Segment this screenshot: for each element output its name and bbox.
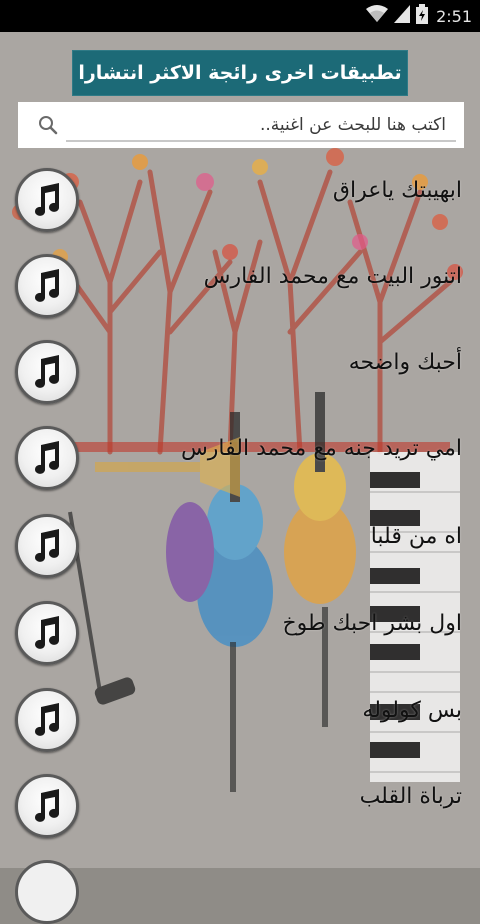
other-apps-button[interactable]: تطبيقات اخرى رائجة الاكثر انتشارا	[72, 50, 408, 96]
list-item[interactable]: ترباة القلب	[0, 770, 480, 856]
music-note-icon	[15, 514, 79, 578]
signal-icon	[394, 5, 411, 27]
list-item-partial[interactable]	[15, 860, 79, 924]
song-title: اول بشر احبك طوخ	[282, 611, 462, 636]
song-title: بس كولوله	[362, 698, 462, 723]
search-underline	[66, 140, 456, 142]
song-title: اتنور البيت مع محمد الفارس	[203, 264, 462, 289]
music-note-icon	[15, 688, 79, 752]
song-title: ابهيبتك ياعراق	[332, 178, 462, 203]
song-title: ترباة القلب	[359, 784, 462, 809]
search-icon[interactable]	[38, 115, 58, 135]
music-note-icon	[15, 601, 79, 665]
song-title: أحبك واضحه	[348, 350, 462, 375]
status-bar: 2:51	[0, 0, 480, 32]
wifi-icon	[366, 5, 389, 27]
battery-icon	[416, 4, 429, 28]
list-item[interactable]: اول بشر احبك طوخ	[0, 597, 480, 683]
list-item[interactable]: اه من قلبا	[0, 510, 480, 596]
song-title: امي تريد جنه مع محمد الفارس	[180, 436, 462, 461]
list-item[interactable]: بس كولوله	[0, 684, 480, 770]
search-input[interactable]	[78, 110, 448, 140]
music-note-icon	[15, 168, 79, 232]
list-item[interactable]: ابهيبتك ياعراق	[0, 164, 480, 250]
song-title: اه من قلبا	[370, 524, 462, 549]
music-note-icon	[15, 774, 79, 838]
status-time: 2:51	[436, 6, 472, 26]
list-item[interactable]: اتنور البيت مع محمد الفارس	[0, 250, 480, 336]
music-note-icon	[15, 254, 79, 318]
list-item[interactable]: أحبك واضحه	[0, 336, 480, 422]
music-note-icon	[15, 426, 79, 490]
search-bar	[18, 102, 464, 148]
music-note-icon	[15, 340, 79, 404]
list-item[interactable]: امي تريد جنه مع محمد الفارس	[0, 422, 480, 508]
